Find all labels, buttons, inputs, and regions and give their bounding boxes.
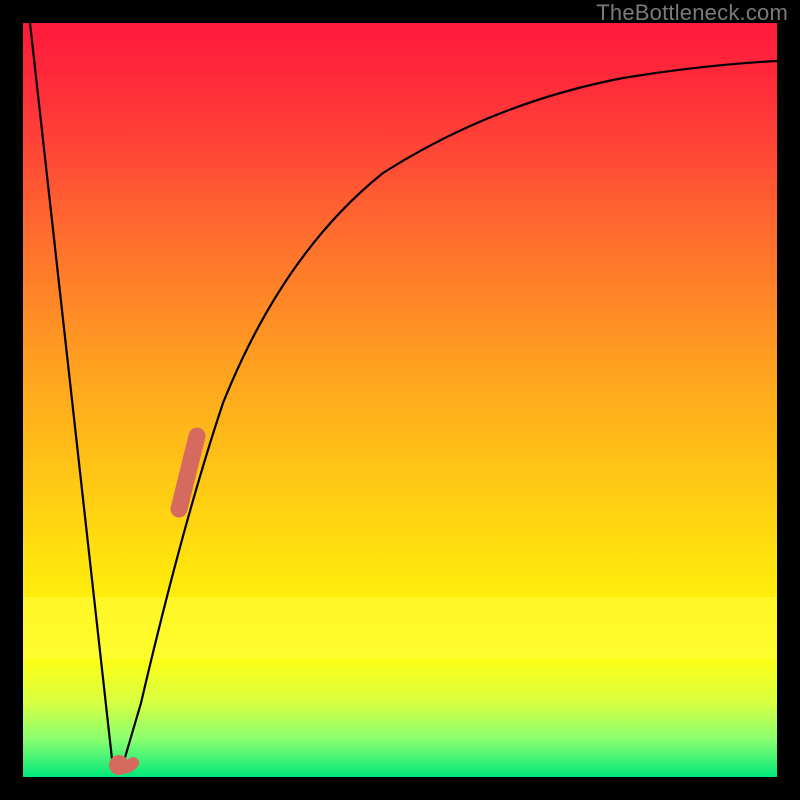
chart-frame: TheBottleneck.com: [0, 0, 800, 800]
coral-marker-hook: [119, 763, 133, 768]
bottleneck-curve: [30, 23, 777, 772]
chart-svg: [23, 23, 777, 777]
watermark-text: TheBottleneck.com: [596, 0, 788, 26]
